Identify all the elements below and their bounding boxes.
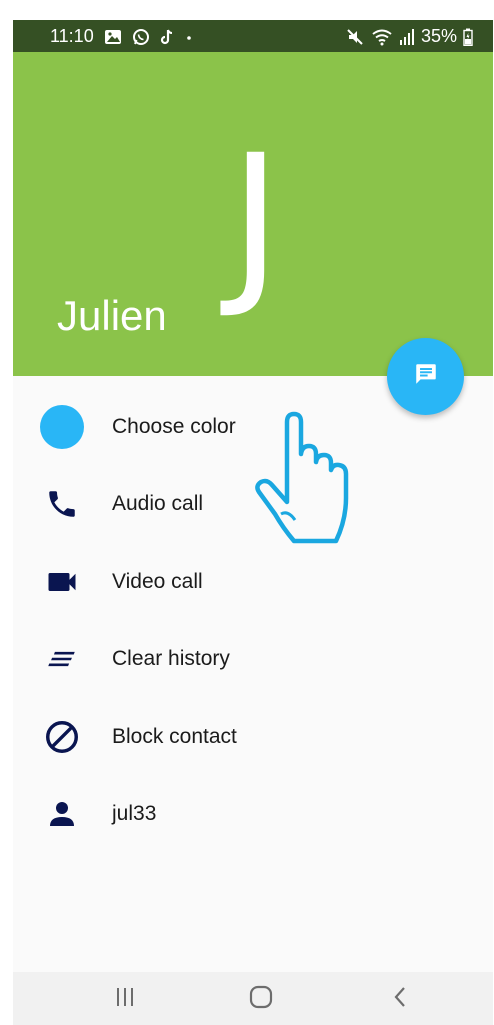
mute-icon	[345, 28, 365, 46]
menu-item-label: Block contact	[112, 724, 237, 748]
tiktok-icon	[160, 28, 174, 46]
phone-screen: 11:10 35% J Julien Choose color Audio ca…	[13, 20, 493, 1025]
contact-header: J Julien	[13, 52, 493, 376]
dot-icon	[184, 28, 194, 46]
video-camera-icon	[40, 560, 84, 604]
color-dot-icon	[40, 404, 84, 449]
contact-name: Julien	[57, 292, 167, 339]
menu-item-block-contact[interactable]: Block contact	[13, 698, 493, 776]
whatsapp-icon	[132, 28, 150, 46]
block-icon	[40, 715, 84, 759]
status-right: 35%	[345, 26, 473, 47]
menu-item-label: Video call	[112, 569, 203, 593]
recents-icon	[113, 986, 137, 1013]
status-bar: 11:10 35%	[13, 20, 493, 52]
menu-item-label: Clear history	[112, 647, 230, 671]
menu-item-label: Audio call	[112, 492, 204, 516]
person-icon	[40, 792, 84, 836]
menu-item-clear-history[interactable]: Clear history	[13, 621, 493, 699]
recents-button[interactable]	[105, 984, 145, 1014]
system-nav-bar	[13, 972, 493, 1025]
wifi-icon	[371, 28, 393, 46]
phone-icon	[40, 482, 84, 526]
back-icon	[391, 985, 411, 1014]
avatar-letter: J	[229, 117, 282, 322]
clear-history-icon	[40, 637, 84, 681]
menu-item-label: jul33	[112, 802, 157, 826]
status-time: 11:10	[50, 26, 94, 46]
status-left: 11:10	[50, 26, 194, 47]
back-button[interactable]	[381, 984, 421, 1014]
hand-pointer-icon	[253, 410, 363, 555]
home-icon	[248, 985, 274, 1014]
battery-percent: 35%	[420, 26, 457, 46]
menu-item-label: Choose color	[112, 414, 236, 438]
home-button[interactable]	[241, 984, 281, 1014]
gallery-icon	[104, 29, 122, 45]
menu-item-username[interactable]: jul33	[13, 776, 493, 854]
signal-icon	[399, 28, 415, 46]
battery-icon	[463, 28, 473, 46]
